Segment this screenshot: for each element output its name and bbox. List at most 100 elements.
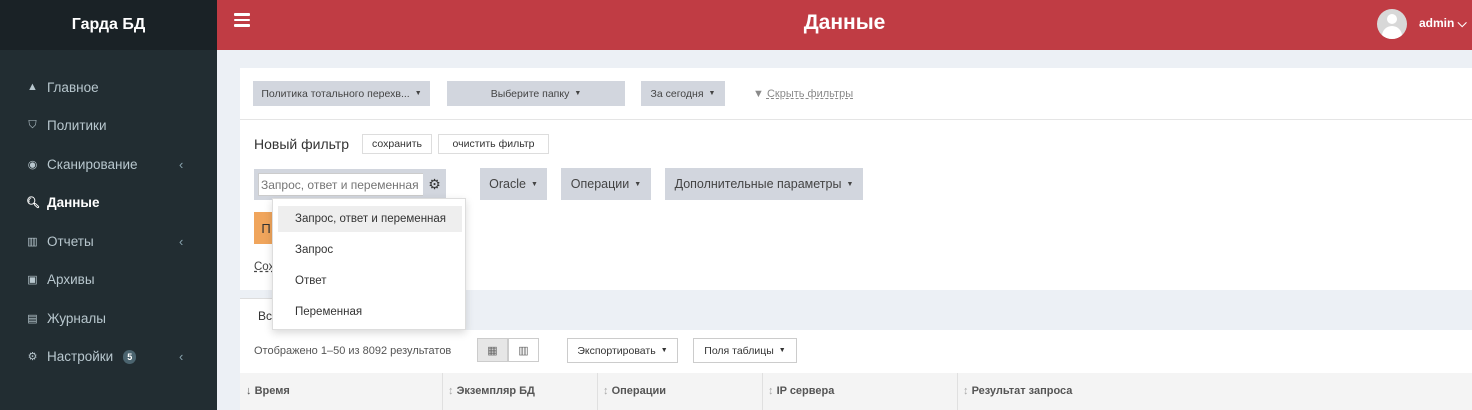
sidebar-item-label: Сканирование <box>47 156 138 172</box>
period-select-label: За сегодня <box>650 87 704 100</box>
sidebar-nav: ▲ Главное ⛉ Политики ◉ Сканирование ‹ 🔍︎… <box>0 50 217 376</box>
search-scope-option-response[interactable]: Ответ <box>273 268 465 294</box>
sort-icon: ↕ <box>768 385 774 397</box>
sidebar-item-label: Архивы <box>47 272 95 288</box>
user-menu[interactable]: admin ⌵ <box>1419 16 1467 31</box>
caret-down-icon: ▼ <box>660 347 668 354</box>
search-scope-option-query[interactable]: Запрос <box>273 237 465 263</box>
results-table: Отображено 1–50 из 8092 результатов ▦ ▥ … <box>240 330 1472 410</box>
search-icon: 🔍︎ <box>26 197 40 210</box>
search-scope-option-all[interactable]: Запрос, ответ и переменная <box>278 206 462 232</box>
tab-all[interactable]: Вс <box>258 309 272 323</box>
caret-down-icon: ▼ <box>414 90 422 97</box>
column-header-operations[interactable]: ↕ Операции <box>603 385 666 397</box>
sidebar-item-journals[interactable]: ▤ Журналы <box>0 299 217 338</box>
operations-select[interactable]: Операции ▼ <box>561 168 651 200</box>
sort-icon: ↕ <box>603 385 609 397</box>
caret-down-icon: ▼ <box>574 90 582 97</box>
additional-params-label: Дополнительные параметры <box>674 177 842 191</box>
notification-badge: 5 <box>123 349 137 364</box>
policy-select[interactable]: Политика тотального перехв... ▼ <box>253 81 430 106</box>
caret-down-icon: ▼ <box>846 180 854 188</box>
export-button[interactable]: Экспортировать ▼ <box>567 338 678 363</box>
bar-chart-icon: ▥ <box>518 344 529 357</box>
results-count: Отображено 1–50 из 8092 результатов <box>254 345 452 357</box>
sidebar-item-scanning[interactable]: ◉ Сканирование ‹ <box>0 145 217 184</box>
db-type-label: Oracle <box>489 177 526 191</box>
folder-select-label: Выберите папку <box>490 87 570 100</box>
sidebar-item-data[interactable]: 🔍︎ Данные <box>0 184 217 223</box>
bar-chart-icon: ▥ <box>27 235 38 248</box>
column-divider <box>597 373 598 410</box>
brand-logo[interactable]: Гарда БД <box>0 0 217 50</box>
chevron-left-icon: ‹ <box>179 349 184 365</box>
caret-down-icon: ▼ <box>708 90 716 97</box>
column-header-label: Операции <box>611 385 667 397</box>
sidebar-item-label: Журналы <box>47 310 106 326</box>
sidebar-item-label: Политики <box>47 118 107 134</box>
caret-down-icon: ▼ <box>778 347 786 354</box>
policy-select-label: Политика тотального перехв... <box>261 87 410 100</box>
chart-view-button[interactable]: ▥ <box>508 338 539 362</box>
db-type-select[interactable]: Oracle ▼ <box>480 168 547 200</box>
sidebar-item-reports[interactable]: ▥ Отчеты ‹ <box>0 222 217 261</box>
bullseye-icon: ◉ <box>27 158 38 171</box>
file-icon: ▤ <box>27 312 38 325</box>
table-view-button[interactable]: ▦ <box>477 338 508 362</box>
period-select[interactable]: За сегодня ▼ <box>641 81 725 106</box>
filter-row: Политика тотального перехв... ▼ Выберите … <box>240 68 1472 120</box>
sort-icon: ↕ <box>448 385 454 397</box>
table-fields-button[interactable]: Поля таблицы ▼ <box>693 338 797 363</box>
sidebar-item-settings[interactable]: ⚙ Настройки 5 ‹ <box>0 338 217 377</box>
column-header-time[interactable]: ↓ Время <box>246 385 290 397</box>
sidebar-item-home[interactable]: ▲ Главное <box>0 68 217 107</box>
sidebar-item-label: Данные <box>47 195 100 211</box>
search-scope-option-variable[interactable]: Переменная <box>273 299 465 325</box>
floppy-icon: ▣ <box>27 274 38 287</box>
sidebar-item-archives[interactable]: ▣ Архивы <box>0 261 217 300</box>
search-settings-gear-icon[interactable]: ⚙ <box>423 169 446 200</box>
caret-down-icon: ▼ <box>530 180 538 188</box>
home-icon: ▲ <box>27 81 38 94</box>
sidebar-item-label: Настройки <box>47 349 114 365</box>
column-header-label: Экземпляр БД <box>456 385 535 397</box>
clear-filter-button[interactable]: очистить фильтр <box>438 134 549 154</box>
search-scope-dropdown: Запрос, ответ и переменная Запрос Ответ … <box>272 198 466 330</box>
column-header-label: IP сервера <box>776 385 835 397</box>
sort-icon: ↕ <box>963 385 969 397</box>
gear-icon: ⚙ <box>27 351 38 364</box>
additional-params-select[interactable]: Дополнительные параметры ▼ <box>665 168 863 200</box>
hide-filters-label: Скрыть фильтры <box>766 88 854 100</box>
column-header-db-instance[interactable]: ↕ Экземпляр БД <box>448 385 535 397</box>
top-header: Данные admin ⌵ <box>217 0 1472 50</box>
operations-label: Операции <box>570 177 630 191</box>
column-header-server-ip[interactable]: ↕ IP сервера <box>768 385 834 397</box>
export-label: Экспортировать <box>577 344 656 357</box>
filter-icon: ▼ <box>753 88 764 100</box>
search-input[interactable] <box>258 173 434 196</box>
user-avatar[interactable] <box>1377 9 1407 39</box>
page-title: Данные <box>803 11 886 34</box>
column-divider <box>957 373 958 410</box>
chevron-left-icon: ‹ <box>179 233 184 249</box>
sidebar: Гарда БД ▲ Главное ⛉ Политики ◉ Сканиров… <box>0 0 217 410</box>
column-header-label: Время <box>254 385 290 397</box>
sidebar-item-label: Главное <box>47 79 99 95</box>
column-divider <box>442 373 443 410</box>
hide-filters-link[interactable]: ▼ Скрыть фильтры <box>753 88 853 100</box>
column-header-query-result[interactable]: ↕ Результат запроса <box>963 385 1072 397</box>
chevron-left-icon: ‹ <box>179 156 184 172</box>
shield-icon: ⛉ <box>28 119 37 132</box>
sort-desc-icon: ↓ <box>246 385 252 397</box>
caret-down-icon: ▼ <box>634 180 642 188</box>
sidebar-item-label: Отчеты <box>47 233 94 249</box>
search-box <box>254 169 437 200</box>
table-fields-label: Поля таблицы <box>704 344 774 357</box>
save-filter-button[interactable]: сохранить <box>362 134 432 154</box>
table-grid-icon: ▦ <box>487 344 498 357</box>
folder-select[interactable]: Выберите папку ▼ <box>447 81 625 106</box>
column-divider <box>762 373 763 410</box>
table-header-row: ↓ Время ↕ Экземпляр БД ↕ Операции ↕ IP с… <box>240 373 1472 410</box>
new-filter-title: Новый фильтр <box>254 136 350 152</box>
sidebar-item-policies[interactable]: ⛉ Политики <box>0 107 217 146</box>
